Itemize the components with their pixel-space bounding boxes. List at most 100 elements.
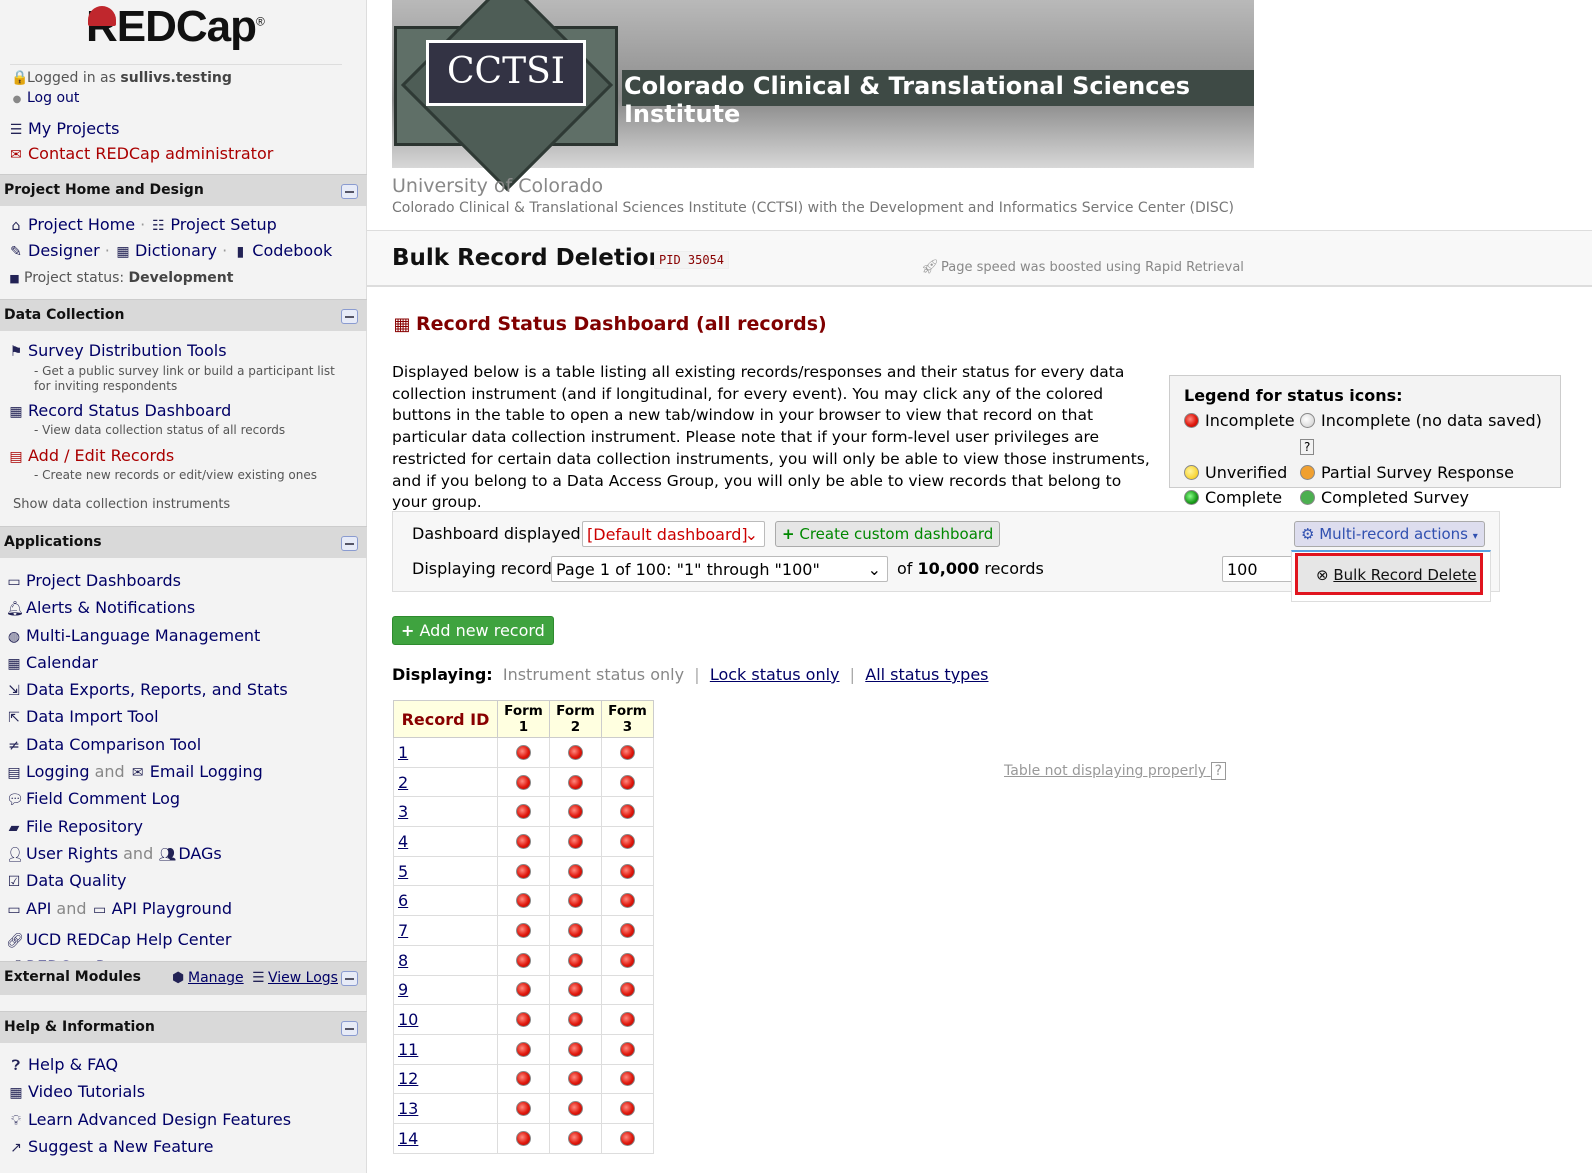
status-incomplete-icon[interactable]: [568, 774, 583, 790]
status-incomplete-icon[interactable]: [568, 982, 583, 998]
record-id-link[interactable]: 10: [398, 1010, 418, 1029]
advanced-design-link[interactable]: 💡︎ Learn Advanced Design Features: [8, 1107, 291, 1134]
api-link[interactable]: API: [26, 899, 51, 918]
app-data-import[interactable]: ⇱ Data Import Tool: [6, 704, 288, 731]
video-tutorials-link[interactable]: ▦ Video Tutorials: [8, 1079, 291, 1106]
help-center-link[interactable]: 🔗︎ UCD REDCap Help Center: [6, 927, 288, 954]
status-incomplete-icon[interactable]: [516, 952, 531, 968]
designer-link[interactable]: Designer: [28, 241, 100, 260]
collapse-icon[interactable]: [341, 1021, 358, 1036]
record-id-link[interactable]: 6: [398, 891, 408, 910]
help-icon[interactable]: ?: [1210, 762, 1227, 780]
record-id-link[interactable]: 8: [398, 951, 408, 970]
status-incomplete-icon[interactable]: [516, 1130, 531, 1146]
codebook-link[interactable]: Codebook: [252, 241, 332, 260]
help-icon[interactable]: ?: [1300, 439, 1315, 455]
contact-admin-link[interactable]: ✉ Contact REDCap administrator: [8, 144, 273, 163]
redcap-logo[interactable]: REDCap®: [86, 2, 265, 52]
record-id-link[interactable]: 3: [398, 802, 408, 821]
status-incomplete-icon[interactable]: [620, 982, 635, 998]
status-incomplete-icon[interactable]: [568, 1041, 583, 1057]
record-id-link[interactable]: 7: [398, 921, 408, 940]
email-logging-link[interactable]: Email Logging: [150, 762, 263, 781]
record-id-link[interactable]: 1: [398, 743, 408, 762]
status-incomplete-icon[interactable]: [516, 1041, 531, 1057]
record-id-link[interactable]: 4: [398, 832, 408, 851]
survey-tools-link[interactable]: ⚑ Survey Distribution Tools: [8, 341, 227, 360]
section-applications[interactable]: Applications: [0, 526, 367, 558]
status-incomplete-icon[interactable]: [568, 1071, 583, 1087]
logging-link[interactable]: Logging: [26, 762, 89, 781]
per-page-input[interactable]: 100: [1222, 556, 1297, 582]
status-incomplete-icon[interactable]: [568, 804, 583, 820]
help-faq-link[interactable]: ❓︎ Help & FAQ: [8, 1052, 291, 1079]
api-playground-link[interactable]: API Playground: [112, 899, 232, 918]
status-incomplete-icon[interactable]: [516, 744, 531, 760]
user-rights-link[interactable]: User Rights: [26, 844, 118, 863]
logout-link[interactable]: ● Log out: [11, 90, 80, 106]
status-incomplete-icon[interactable]: [620, 922, 635, 938]
status-incomplete-icon[interactable]: [568, 863, 583, 879]
status-incomplete-icon[interactable]: [620, 1012, 635, 1028]
status-incomplete-icon[interactable]: [620, 774, 635, 790]
collapse-icon[interactable]: [341, 971, 358, 986]
bulk-record-delete-option[interactable]: ⊗ Bulk Record Delete: [1295, 553, 1483, 595]
header-record-id[interactable]: Record ID: [393, 700, 498, 738]
app-data-exports[interactable]: ⇲ Data Exports, Reports, and Stats: [6, 677, 288, 704]
table-help-link[interactable]: Table not displaying properly ?: [1004, 762, 1227, 780]
record-id-link[interactable]: 14: [398, 1129, 418, 1148]
status-incomplete-icon[interactable]: [568, 1130, 583, 1146]
page-select[interactable]: Page 1 of 100: "1" through "100" ⌄: [551, 556, 888, 582]
section-help-information[interactable]: Help & Information: [0, 1011, 367, 1043]
app-multi-language[interactable]: ◍ Multi-Language Management: [6, 623, 288, 650]
logout-label[interactable]: Log out: [27, 90, 79, 106]
dags-link[interactable]: DAGs: [178, 844, 221, 863]
record-id-link[interactable]: 2: [398, 773, 408, 792]
lock-status-link[interactable]: Lock status only: [710, 665, 840, 684]
app-data-comparison[interactable]: ≠ Data Comparison Tool: [6, 732, 288, 759]
app-calendar[interactable]: ▦ Calendar: [6, 650, 288, 677]
manage-link[interactable]: ⬢ Manage: [172, 970, 244, 986]
collapse-icon[interactable]: [341, 309, 358, 324]
status-incomplete-icon[interactable]: [620, 1101, 635, 1117]
suggest-feature-link[interactable]: ↗ Suggest a New Feature: [8, 1134, 291, 1161]
record-id-link[interactable]: 11: [398, 1040, 418, 1059]
collapse-icon[interactable]: [341, 536, 358, 551]
add-edit-records-link[interactable]: ▤ Add / Edit Records: [8, 446, 174, 465]
section-project-home-design[interactable]: Project Home and Design: [0, 174, 367, 206]
status-incomplete-icon[interactable]: [620, 952, 635, 968]
status-incomplete-icon[interactable]: [516, 893, 531, 909]
dashboard-select[interactable]: [Default dashboard] ⌄: [582, 521, 765, 547]
record-status-dashboard-link[interactable]: ▦ Record Status Dashboard: [8, 401, 231, 420]
app-field-comment[interactable]: 💬︎ Field Comment Log: [6, 786, 288, 813]
status-incomplete-icon[interactable]: [620, 1071, 635, 1087]
status-incomplete-icon[interactable]: [516, 804, 531, 820]
show-instruments-link[interactable]: Show data collection instruments: [13, 497, 230, 512]
status-incomplete-icon[interactable]: [516, 833, 531, 849]
app-file-repository[interactable]: ▰ File Repository: [6, 814, 288, 841]
record-id-link[interactable]: 9: [398, 980, 408, 999]
status-incomplete-icon[interactable]: [620, 863, 635, 879]
status-incomplete-icon[interactable]: [516, 982, 531, 998]
app-data-quality[interactable]: ☑ Data Quality: [6, 868, 288, 895]
status-incomplete-icon[interactable]: [620, 1130, 635, 1146]
status-incomplete-icon[interactable]: [516, 774, 531, 790]
status-incomplete-icon[interactable]: [568, 833, 583, 849]
status-incomplete-icon[interactable]: [568, 893, 583, 909]
status-incomplete-icon[interactable]: [568, 1012, 583, 1028]
status-incomplete-icon[interactable]: [568, 744, 583, 760]
project-home-link[interactable]: Project Home: [28, 215, 135, 234]
status-incomplete-icon[interactable]: [620, 804, 635, 820]
multi-record-actions-button[interactable]: ⚙ Multi-record actions ▾: [1294, 521, 1485, 547]
my-projects-link[interactable]: ☰ My Projects: [8, 119, 120, 138]
all-status-link[interactable]: All status types: [865, 665, 988, 684]
status-incomplete-icon[interactable]: [516, 863, 531, 879]
collapse-icon[interactable]: [341, 184, 358, 199]
add-new-record-button[interactable]: + Add new record: [392, 616, 554, 645]
record-id-link[interactable]: 5: [398, 862, 408, 881]
dictionary-link[interactable]: Dictionary: [135, 241, 217, 260]
app-alerts[interactable]: 🔔︎ Alerts & Notifications: [6, 595, 288, 622]
status-incomplete-icon[interactable]: [568, 952, 583, 968]
status-incomplete-icon[interactable]: [568, 1101, 583, 1117]
status-incomplete-icon[interactable]: [516, 1071, 531, 1087]
